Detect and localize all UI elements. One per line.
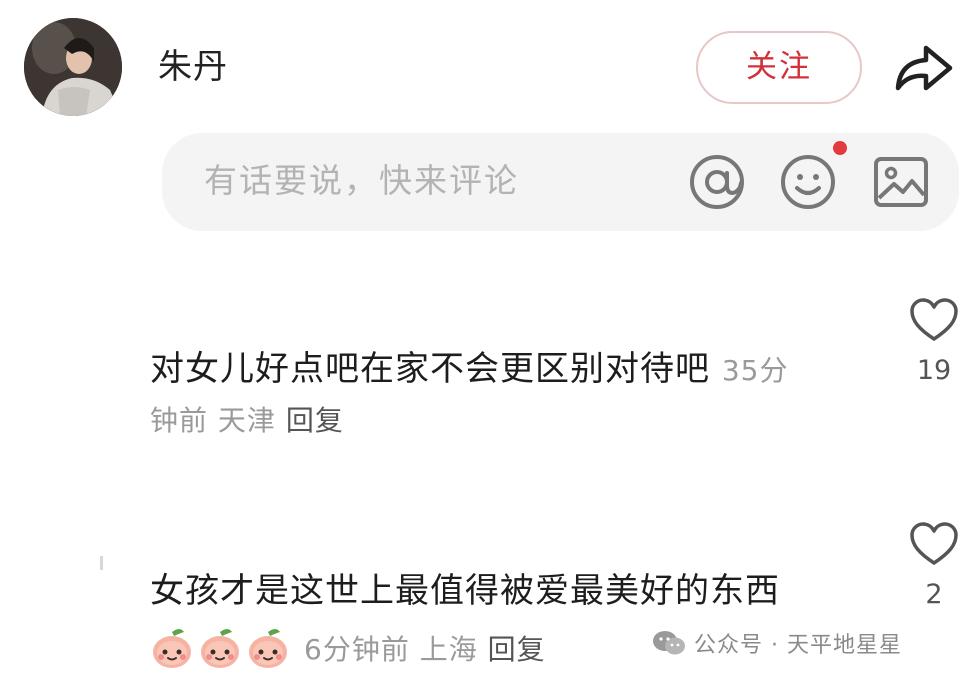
comment-item: 对女儿好点吧在家不会更区别对待吧 35分 钟前 天津 回复	[150, 345, 840, 443]
image-icon[interactable]	[872, 153, 930, 211]
comment-input-placeholder[interactable]: 有话要说，快来评论	[204, 158, 519, 204]
comment-body: 女孩才是这世上最值得被爱最美好的东西	[150, 571, 780, 611]
peach-emoji	[153, 629, 191, 668]
comment-meta: 钟前 天津 回复	[150, 399, 840, 443]
emoji-icon[interactable]	[779, 153, 837, 211]
at-icon[interactable]	[688, 153, 746, 211]
comment-location: 天津	[217, 404, 276, 437]
follow-button[interactable]: 关注	[696, 31, 862, 104]
comment-location: 上海	[419, 633, 478, 666]
divider-mark	[100, 556, 103, 570]
comment-body: 对女儿好点吧在家不会更区别对待吧	[150, 349, 710, 389]
comment-time: 35分	[721, 354, 789, 387]
like-button[interactable]: 2	[905, 521, 963, 610]
author-name[interactable]: 朱丹	[158, 44, 228, 90]
reply-button[interactable]: 回复	[286, 404, 344, 437]
comment-meta: 6分钟前 上海 回复	[304, 628, 546, 668]
wechat-icon	[653, 631, 685, 655]
reply-button[interactable]: 回复	[488, 633, 546, 666]
like-count: 19	[916, 355, 952, 386]
like-button[interactable]: 19	[905, 297, 963, 386]
comment-time: 6分钟前	[304, 633, 410, 666]
heart-icon	[910, 298, 958, 341]
peach-emoji	[249, 629, 287, 668]
like-count: 2	[925, 579, 943, 610]
watermark-text: 公众号 · 天平地星星	[694, 633, 902, 658]
watermark: 公众号 · 天平地星星	[652, 627, 902, 659]
comment-text: 对女儿好点吧在家不会更区别对待吧 35分	[150, 345, 840, 395]
author-avatar[interactable]	[24, 18, 122, 116]
notification-dot	[833, 141, 847, 155]
share-icon[interactable]	[890, 38, 956, 98]
peach-emoji	[201, 629, 239, 668]
heart-icon	[910, 522, 958, 565]
comment-input-bar[interactable]: 有话要说，快来评论	[162, 133, 959, 231]
comment-time-rest: 钟前	[150, 404, 209, 437]
